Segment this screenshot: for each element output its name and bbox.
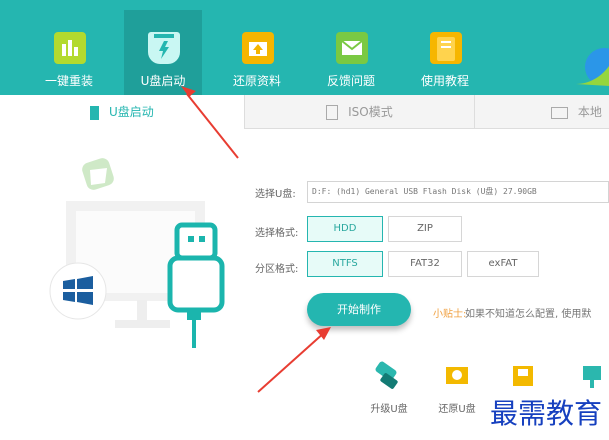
partition-option-ntfs[interactable]: NTFS: [307, 251, 383, 277]
usb-drive-icon: [90, 105, 100, 120]
nav-label-restore-data: 还原资料: [232, 74, 281, 88]
tab-usb-boot[interactable]: U盘启动: [0, 95, 245, 129]
nav-label-tutorial: 使用教程: [420, 74, 469, 88]
book-icon: [430, 32, 462, 64]
usb-select-label: 选择U盘:: [255, 189, 296, 200]
tab-iso-mode[interactable]: ISO模式: [245, 95, 475, 129]
usb-restore-icon: [446, 367, 468, 384]
monitor-icon: [551, 106, 568, 119]
nav-feedback[interactable]: 反馈问题: [312, 10, 390, 95]
nav-label-usb-boot: U盘启动: [140, 74, 186, 88]
tip-text: 如果不知道怎么配置, 使用默: [465, 309, 592, 320]
format-option-zip[interactable]: ZIP: [388, 216, 462, 242]
tab-local[interactable]: 本地: [475, 95, 609, 129]
usb-check-icon: [513, 366, 533, 386]
upgrade-usb-tool[interactable]: 升级U盘: [363, 360, 415, 415]
usb-mark-icon: [583, 366, 601, 388]
partition-label: 分区格式:: [255, 264, 299, 275]
document-icon: [326, 105, 339, 120]
usb-illustration: [49, 158, 225, 348]
watermark-text: 最需教育: [490, 397, 603, 430]
arrow-to-start-button: [257, 331, 326, 393]
tool-label-restore-usb: 还原U盘: [438, 404, 476, 415]
mode-tabs: U盘启动 ISO模式 本地: [0, 95, 609, 129]
restore-usb-tool[interactable]: 还原U盘: [431, 360, 483, 415]
top-navigation-bar: 一键重装 U盘启动 还原资料 反馈问题 使用教程: [0, 0, 609, 95]
usb-shield-icon: [148, 32, 180, 64]
nav-restore-data[interactable]: 还原资料: [218, 10, 296, 95]
tab-usb-boot-label: U盘启动: [109, 105, 154, 119]
format-option-hdd[interactable]: HDD: [307, 216, 383, 242]
tip-title: 小贴士:: [433, 309, 467, 320]
nav-tutorial[interactable]: 使用教程: [406, 10, 484, 95]
usb-upgrade-icon: [375, 361, 398, 389]
format-label: 选择格式:: [255, 228, 299, 239]
mail-icon: [336, 32, 368, 64]
start-creation-button[interactable]: 开始制作: [307, 293, 411, 326]
nav-one-click-reinstall[interactable]: 一键重装: [30, 10, 108, 95]
partition-option-fat32[interactable]: FAT32: [388, 251, 462, 277]
bar-chart-icon: [54, 32, 86, 64]
tab-iso-mode-label: ISO模式: [348, 105, 393, 119]
tab-local-label: 本地: [577, 105, 602, 119]
nav-label-feedback: 反馈问题: [326, 74, 375, 88]
arrow-head-start-button: [316, 327, 331, 340]
tool-label-upgrade-usb: 升级U盘: [370, 404, 408, 415]
restore-folder-icon: [242, 32, 274, 64]
nav-usb-boot[interactable]: U盘启动: [124, 10, 202, 95]
app-logo-icon: [576, 48, 609, 86]
usb-drive-select[interactable]: D:F: (hd1) General USB Flash Disk (U盘) 2…: [307, 181, 609, 203]
nav-label-one-click-reinstall: 一键重装: [44, 74, 93, 88]
usb-boot-tool-window: 一键重装 U盘启动 还原资料 反馈问题 使用教程 U盘启动 ISO模式 本地 选…: [0, 0, 609, 440]
partition-option-exfat[interactable]: exFAT: [467, 251, 539, 277]
